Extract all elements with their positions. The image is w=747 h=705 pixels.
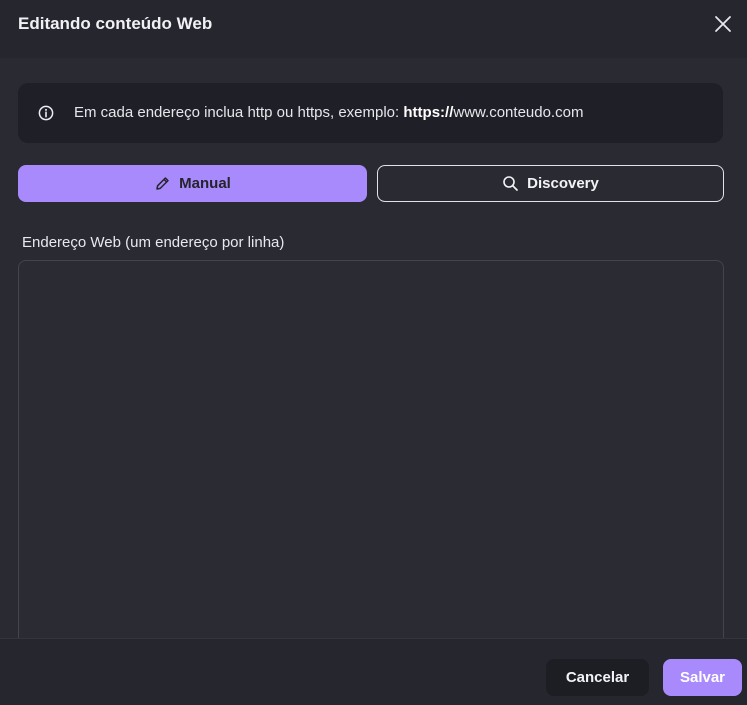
info-text-protocol: https:// [403, 104, 454, 121]
dialog-header: Editando conteúdo Web [0, 0, 747, 58]
cancel-button[interactable]: Cancelar [546, 659, 649, 696]
edit-web-content-dialog: Editando conteúdo Web Em cada endereço i… [0, 0, 747, 705]
tab-discovery[interactable]: Discovery [377, 165, 724, 202]
dialog-title: Editando conteúdo Web [18, 14, 213, 33]
web-address-input[interactable] [18, 260, 724, 660]
tab-discovery-label: Discovery [527, 175, 599, 192]
tab-manual[interactable]: Manual [18, 165, 367, 202]
info-text-prefix: Em cada endereço inclua http ou https, e… [74, 104, 404, 121]
pencil-icon [156, 177, 169, 190]
close-button[interactable] [713, 14, 733, 34]
search-icon [503, 176, 518, 191]
save-button[interactable]: Salvar [663, 659, 742, 696]
dialog-footer: Cancelar Salvar [0, 638, 747, 705]
tab-manual-label: Manual [179, 175, 231, 192]
info-icon [38, 105, 54, 121]
info-banner: Em cada endereço inclua http ou https, e… [18, 83, 723, 143]
close-icon [715, 16, 731, 32]
web-address-label: Endereço Web (um endereço por linha) [22, 234, 285, 251]
info-text-example: www.conteudo.com [453, 104, 584, 121]
info-text: Em cada endereço inclua http ou https, e… [74, 104, 583, 121]
